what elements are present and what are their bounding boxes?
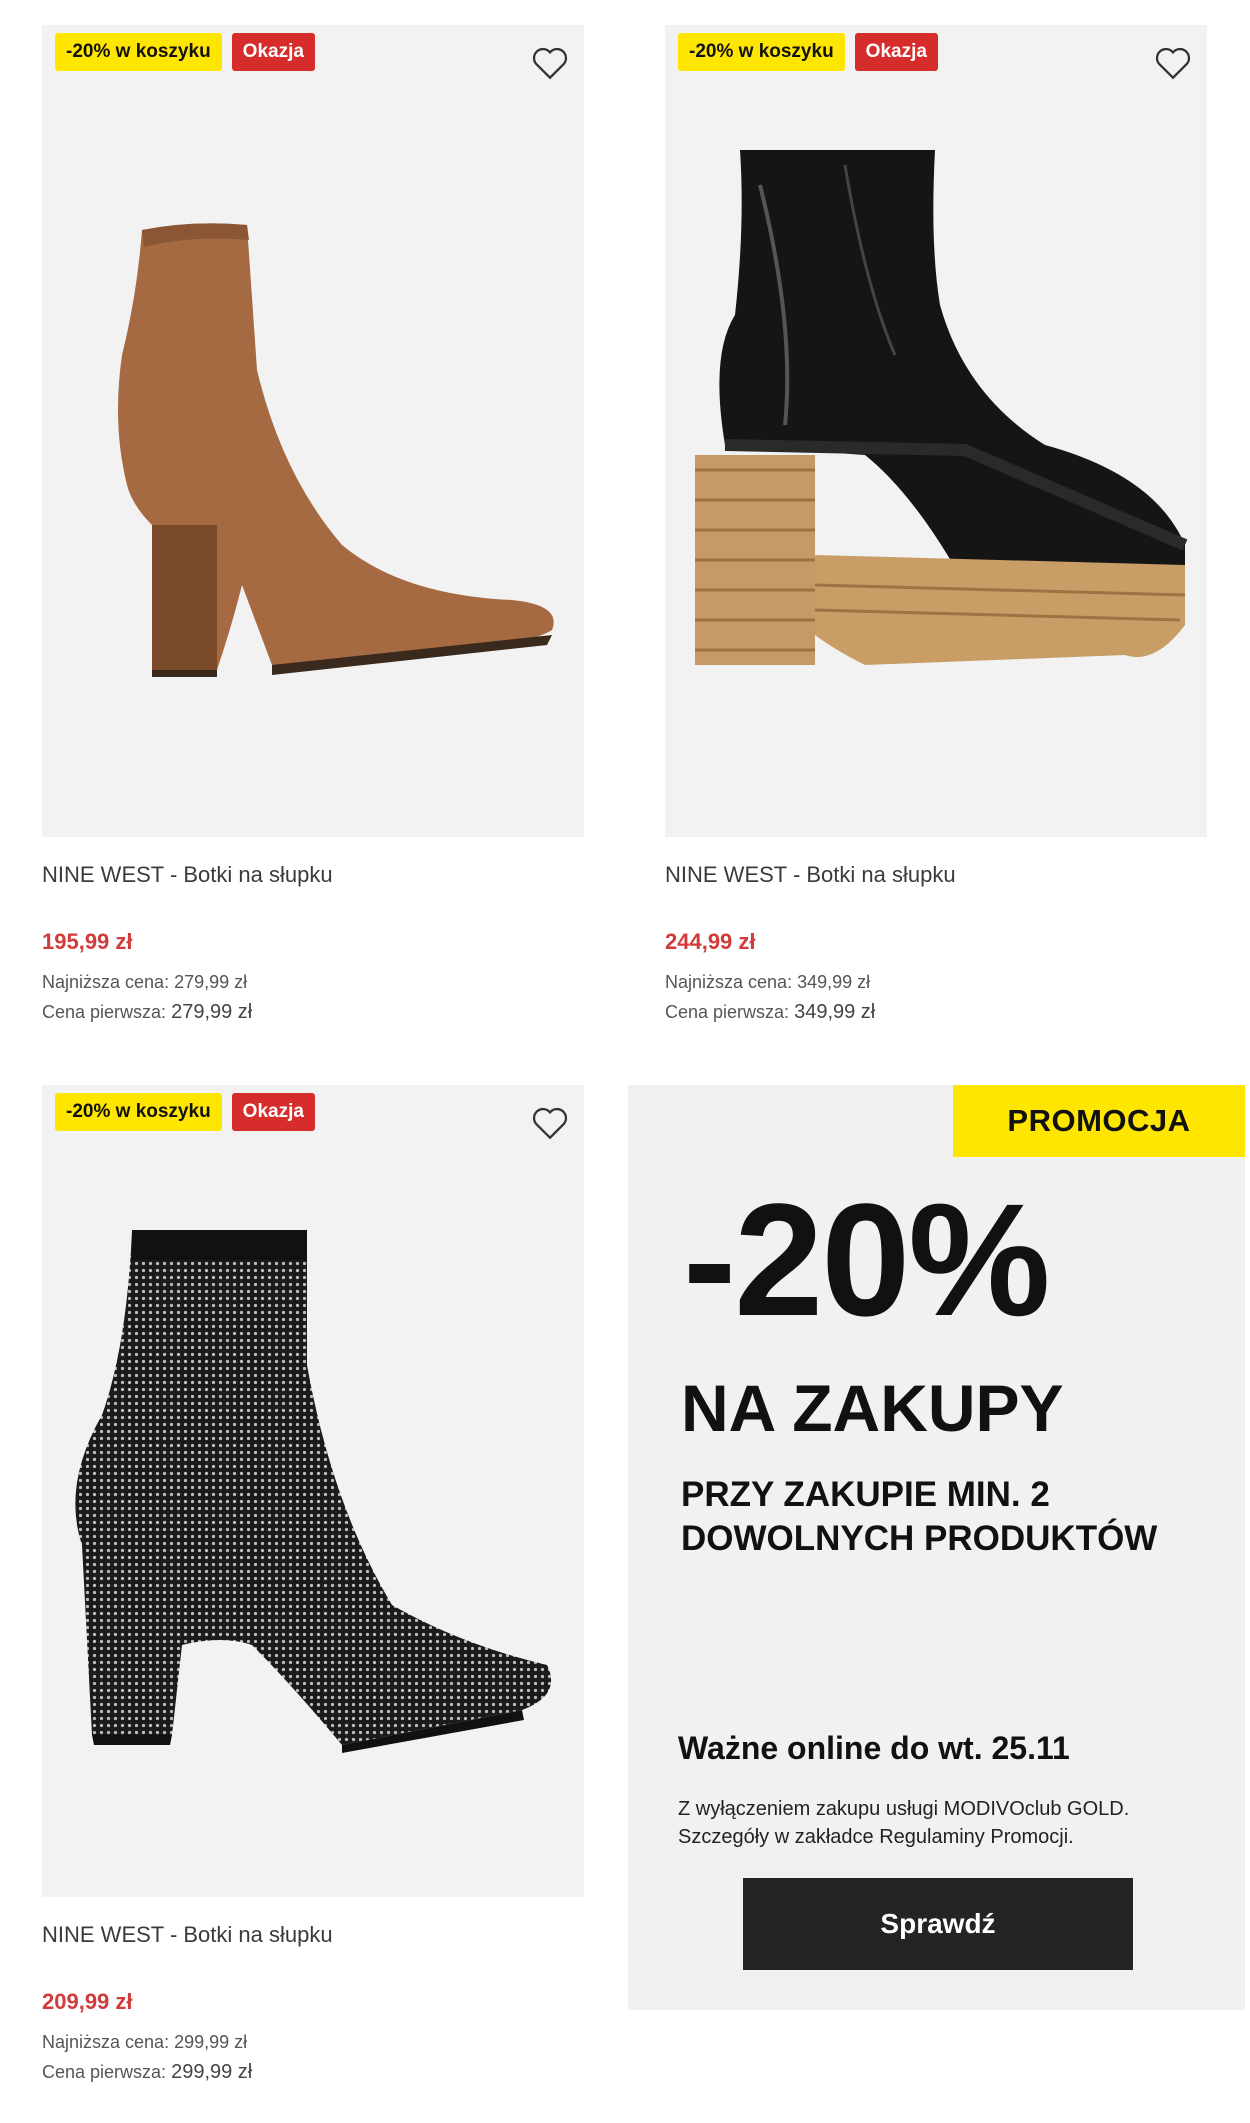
lowest-price-label: Najniższa cena: [665,972,793,992]
promo-subheadline: PRZY ZAKUPIE MIN. 2 DOWOLNYCH PRODUKTÓW [681,1473,1221,1561]
lowest-price-label: Najniższa cena: [42,2032,170,2052]
price-history: Najniższa cena: 299,99 zł Cena pierwsza:… [42,2027,584,2087]
product-price: 195,99 zł [42,929,133,954]
first-price-label: Cena pierwsza: [665,1002,790,1022]
discount-badge: -20% w koszyku [678,33,845,71]
promo-sub-line: DOWOLNYCH PRODUKTÓW [681,1519,1158,1558]
first-price-label: Cena pierwsza: [42,2062,167,2082]
product-card[interactable]: -20% w koszyku Okazja NINE WEST - Botki … [42,1085,584,2087]
first-price-value: 299,99 zł [171,2061,253,2083]
product-name[interactable]: NINE WEST - Botki na słupku [42,855,584,895]
product-card[interactable]: -20% w koszyku Okazja NINE WEST - Botki … [665,25,1207,1027]
heart-icon[interactable] [1153,45,1193,81]
promo-banner[interactable]: PROMOCJA -20% NA ZAKUPY PRZY ZAKUPIE MIN… [628,1085,1245,2010]
lowest-price-value: 349,99 zł [797,972,871,992]
lowest-price-value: 299,99 zł [174,2032,248,2052]
promo-validity: Ważne online do wt. 25.11 [678,1730,1070,1766]
lowest-price-value: 279,99 zł [174,972,248,992]
promo-sub-line: PRZY ZAKUPIE MIN. 2 [681,1475,1050,1514]
discount-badge: -20% w koszyku [55,33,222,71]
product-card[interactable]: -20% w koszyku Okazja NINE WEST - Botki … [42,25,584,1027]
first-price-value: 349,99 zł [794,1001,876,1023]
discount-badge: -20% w koszyku [55,1093,222,1131]
product-price: 209,99 zł [42,1989,133,2014]
check-button[interactable]: Sprawdź [743,1878,1133,1970]
product-price: 244,99 zł [665,929,756,954]
product-image [695,150,1188,665]
product-image [118,223,554,677]
price-history: Najniższa cena: 349,99 zł Cena pierwsza:… [665,967,1207,1027]
first-price-label: Cena pierwsza: [42,1002,167,1022]
first-price-value: 279,99 zł [171,1001,253,1023]
promo-note-line: Z wyłączeniem zakupu usługi MODIVOclub G… [678,1798,1130,1820]
product-image [75,1230,552,1753]
promo-note: Z wyłączeniem zakupu usługi MODIVOclub G… [678,1795,1238,1851]
product-image-box[interactable]: -20% w koszyku Okazja [42,1085,584,1897]
lowest-price-label: Najniższa cena: [42,972,170,992]
heart-icon[interactable] [530,45,570,81]
promo-headline: NA ZAKUPY [681,1371,1064,1445]
product-name[interactable]: NINE WEST - Botki na słupku [665,855,1207,895]
promo-badge: PROMOCJA [953,1085,1245,1157]
product-image-box[interactable]: -20% w koszyku Okazja [42,25,584,837]
heart-icon[interactable] [530,1105,570,1141]
promo-discount: -20% [683,1170,1051,1349]
deal-badge: Okazja [231,33,315,71]
product-name[interactable]: NINE WEST - Botki na słupku [42,1915,584,1955]
product-image-box[interactable]: -20% w koszyku Okazja [665,25,1207,837]
deal-badge: Okazja [854,33,938,71]
deal-badge: Okazja [231,1093,315,1131]
price-history: Najniższa cena: 279,99 zł Cena pierwsza:… [42,967,584,1027]
promo-note-line: Szczegóły w zakładce Regulaminy Promocji… [678,1826,1074,1848]
